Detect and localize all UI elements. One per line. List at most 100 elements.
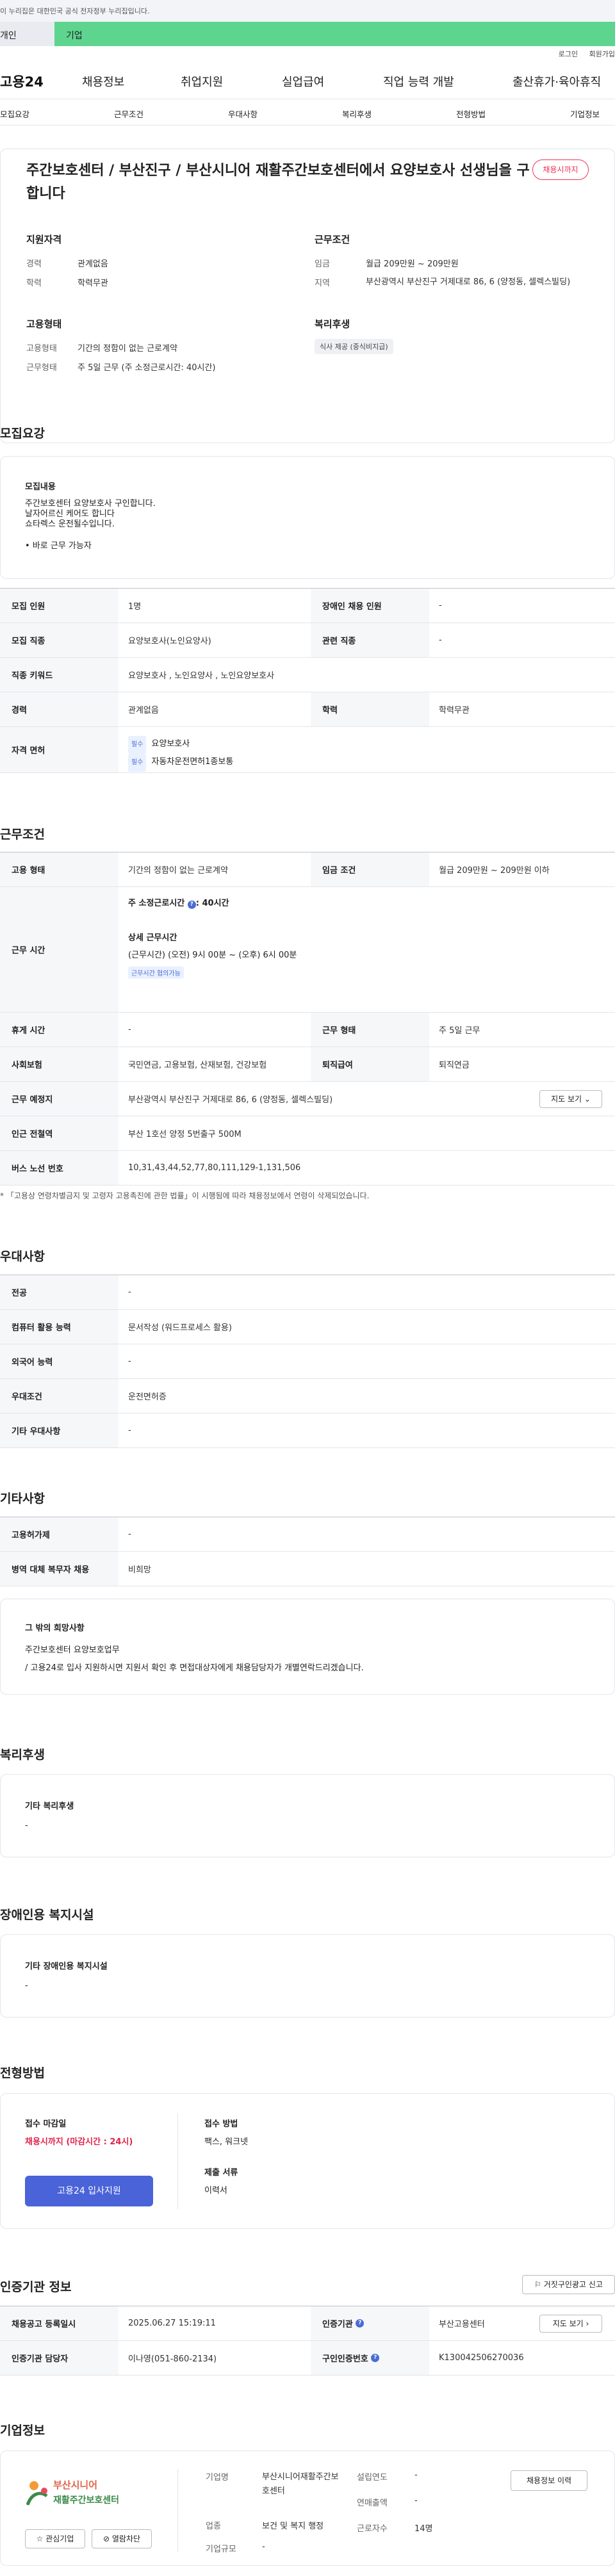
report-button[interactable]: ⚐ 거짓구인광고 신고 — [522, 2275, 615, 2294]
snav-welfare[interactable]: 복리후생 — [342, 108, 372, 120]
emp-type-label: 고용 형태 — [0, 852, 119, 886]
etc-heading: 기타사항 — [0, 1492, 45, 1506]
snav-prefer[interactable]: 우대사항 — [228, 108, 258, 120]
edu-value: 학력무관 — [78, 279, 108, 288]
welfare-heading: 복리후생 — [0, 1748, 45, 1762]
apply-button[interactable]: 고용24 입사지원 — [25, 2176, 153, 2206]
negotiable-chip: 근무시간 협의가능 — [128, 966, 184, 979]
required-chip: 필수 — [128, 736, 147, 754]
snav-screening[interactable]: 전형방법 — [456, 108, 486, 120]
welfare-title: 기타 복리후생 — [25, 1802, 74, 1811]
cert-heading: 인증기관 정보 — [0, 2280, 72, 2294]
conditions-table: 고용 형태 기간의 정함이 없는 근로계약 임금 조건 월급 209만원 ~ 2… — [0, 852, 615, 1186]
major-label: 전공 — [0, 1275, 119, 1309]
site-logo[interactable]: 고용24 — [0, 72, 44, 91]
disabled-value: - — [25, 1981, 28, 1991]
agency-map-button[interactable]: 지도 보기 › — [539, 2315, 602, 2333]
company-name-value: 부산시니어재활주간보호센터 — [262, 2472, 339, 2496]
info-icon[interactable]: ? — [356, 2319, 365, 2327]
gnb-job-training[interactable]: 직업 능력 개발 — [383, 73, 454, 90]
weekly-hours-value: : 40시간 — [195, 899, 229, 908]
info-icon[interactable]: ? — [371, 2354, 380, 2362]
detail-hours-title: 상세 근무시간 — [128, 933, 177, 943]
reg-date-value: 2025.06.27 15:19:11 — [128, 2319, 216, 2328]
table-row: 모집 인원 1명 장애인 채용 인원 - — [0, 589, 615, 623]
prefer-etc-label: 기타 우대사항 — [0, 1414, 119, 1447]
table-row: 버스 노선 번호 10,31,43,44,52,77,80,111,129-1,… — [0, 1151, 615, 1186]
manager-value: 이나영(051-860-2134) — [128, 2354, 217, 2364]
info-icon[interactable]: ? — [187, 901, 196, 909]
screening-box: 접수 마감일 채용시까지 (마감시간 : 24시) 고용24 입사지원 접수 방… — [0, 2093, 615, 2229]
retire-value: 퇴직연금 — [439, 1061, 470, 1070]
divider — [177, 2469, 178, 2552]
insurance-label: 사회보험 — [0, 1047, 119, 1081]
chevron-down-icon: ⌄ — [584, 1095, 591, 1104]
snav-company[interactable]: 기업정보 — [570, 108, 600, 120]
tab-individual[interactable]: 개인 — [0, 22, 54, 46]
table-row: 전공 - — [0, 1275, 615, 1310]
industry-value: 보건 및 복지 행정 — [262, 2522, 324, 2531]
rest-label: 휴게 시간 — [0, 1013, 119, 1047]
snav-recruit[interactable]: 모집요강 — [0, 108, 29, 120]
job-label: 모집 직종 — [0, 623, 119, 657]
hope-title: 그 밖의 희망사항 — [25, 1624, 85, 1633]
prefer-table: 전공 - 컴퓨터 활용 능력 문서작성 (워드프로세스 활용) 외국어 능력 -… — [0, 1275, 615, 1448]
conditions-heading: 근무조건 — [0, 827, 45, 842]
snav-conditions[interactable]: 근무조건 — [114, 108, 144, 120]
license-item: 요양보호사 — [151, 739, 190, 749]
agency-label-text: 인증기관 — [322, 2320, 353, 2329]
required-chip: 필수 — [128, 754, 147, 772]
edu-label: 학력 — [26, 279, 42, 288]
gnb-parental-leave[interactable]: 출산휴가·육아휴직 — [512, 73, 601, 90]
welfare-value: - — [25, 1821, 28, 1830]
gnb-unemployment-benefit[interactable]: 실업급여 — [282, 73, 324, 90]
agency-value: 부산고용센터 — [439, 2320, 485, 2329]
interest-label: 관심기업 — [45, 2534, 74, 2543]
docs-label: 제출 서류 — [204, 2168, 238, 2178]
chevron-right-icon: › — [586, 2319, 589, 2328]
career-value: 관계없음 — [78, 259, 108, 269]
sales-value: - — [414, 2496, 418, 2506]
cert-id-label: 구인인증번호 ? — [311, 2341, 429, 2375]
join-link[interactable]: 회원가입 — [589, 50, 615, 58]
gnb-jobs[interactable]: 채용정보 — [82, 73, 124, 90]
permit-label: 고용허가제 — [0, 1517, 119, 1551]
major-value: - — [128, 1287, 131, 1297]
recruit-desc-title: 모집내용 — [25, 482, 56, 492]
map-button[interactable]: 지도 보기 ⌄ — [539, 1090, 602, 1108]
job-summary-card: 주간보호센터 / 부산진구 / 부산시니어 재활주간보호센터에서 요양보호사 선… — [0, 149, 615, 443]
work-form-label: 근무형태 — [26, 363, 57, 373]
gnb-employment-support[interactable]: 취업지원 — [181, 73, 223, 90]
table-row: 자격 면허 필수 요양보호사 필수 자동차운전면허1종보통 — [0, 727, 615, 773]
prefer-cond-label: 우대조건 — [0, 1379, 119, 1413]
insurance-value: 국민연금, 고용보험, 산재보험, 건강보험 — [128, 1061, 267, 1070]
company-box: 부산시니어 재활주간보호센터 ☆ 관심기업 ⊘ 열람차단 기업명 부산시니어재활… — [0, 2450, 615, 2566]
history-button[interactable]: 채용정보 이력 — [511, 2470, 587, 2491]
size-value: - — [262, 2542, 265, 2552]
interest-button[interactable]: ☆ 관심기업 — [25, 2529, 85, 2548]
table-row: 병역 대체 복무자 채용 비희망 — [0, 1552, 615, 1586]
method-value: 팩스, 워크넷 — [204, 2137, 249, 2147]
recruit-desc-line: 쇼타렉스 운전될수입니다. — [25, 519, 115, 529]
tab-company[interactable]: 기업 — [54, 22, 615, 46]
disabled-title: 기타 장애인용 복지시설 — [25, 1962, 108, 1971]
pc-label: 컴퓨터 활용 능력 — [0, 1310, 119, 1344]
cert-id-label-text: 구인인증번호 — [322, 2354, 368, 2364]
docs-value: 이력서 — [204, 2186, 227, 2196]
table-row: 직종 키워드 요양보호사 , 노인요양사 , 노인요양보호사 — [0, 658, 615, 692]
disabled-count-value: - — [439, 601, 442, 610]
table-row: 근무 시간 주 소정근로시간 ?: 40시간 상세 근무시간 (근무시간) (오… — [0, 887, 615, 1013]
table-row: 인근 전철역 부산 1호선 양정 5번출구 500M — [0, 1116, 615, 1151]
login-link[interactable]: 로그인 — [559, 50, 578, 58]
weekly-hours-label: 주 소정근로시간 — [128, 899, 188, 908]
hours-label: 근무 시간 — [0, 887, 119, 1012]
logo-text-2: 재활주간보호센터 — [53, 2495, 120, 2506]
block-button[interactable]: ⊘ 열람차단 — [92, 2529, 152, 2548]
permit-value: - — [128, 1529, 131, 1539]
map-button-label: 지도 보기 — [551, 1095, 582, 1104]
industry-label: 업종 — [206, 2522, 221, 2531]
related-label: 관련 직종 — [311, 623, 429, 657]
employees-value: 14명 — [414, 2524, 433, 2534]
block-label: 열람차단 — [111, 2534, 141, 2543]
license-list: 필수 요양보호사 필수 자동차운전면허1종보통 — [128, 736, 233, 772]
